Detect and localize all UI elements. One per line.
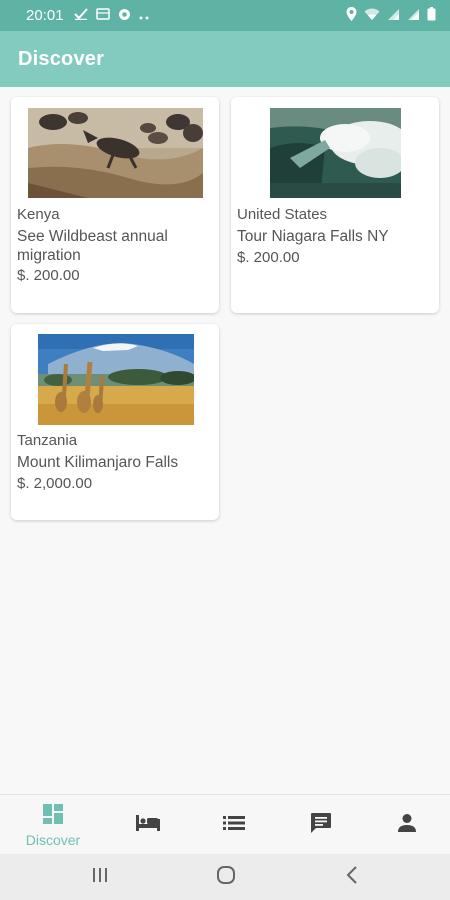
back-icon	[346, 865, 358, 889]
place-card[interactable]: Tanzania Mount Kilimanjaro Falls $. 2,00…	[11, 324, 219, 520]
places-grid: Kenya See Wildbeast annual migration $. …	[0, 87, 450, 794]
status-time: 20:01	[26, 7, 64, 24]
app-bar: Discover	[0, 31, 450, 87]
signal-icon-2	[407, 8, 420, 24]
nav-item-profile[interactable]	[362, 795, 450, 855]
place-country: Tanzania	[17, 432, 78, 449]
list-icon	[223, 815, 245, 836]
chrome-icon	[118, 8, 131, 24]
recents-icon	[91, 867, 109, 888]
place-price: $. 200.00	[237, 249, 300, 266]
gallery-icon	[95, 8, 110, 23]
nav-item-discover[interactable]: Discover	[8, 795, 98, 855]
place-price: $. 2,000.00	[17, 475, 93, 492]
nav-item-list[interactable]	[189, 795, 279, 855]
home-icon	[216, 865, 236, 890]
page-title: Discover	[18, 47, 105, 70]
wildebeest-migration-photo	[28, 108, 203, 198]
place-card[interactable]: Kenya See Wildbeast annual migration $. …	[11, 97, 219, 313]
nav-label-discover: Discover	[25, 831, 81, 848]
download-done-icon	[73, 8, 88, 23]
place-country: Kenya	[17, 206, 60, 223]
battery-icon	[427, 7, 436, 24]
person-icon	[397, 813, 417, 838]
location-icon	[346, 7, 357, 24]
nav-item-bookings[interactable]	[103, 795, 193, 855]
bottom-nav: Discover	[0, 794, 450, 854]
place-card[interactable]: United States Tour Niagara Falls NY $. 2…	[231, 97, 439, 313]
status-bar: 20:01	[0, 0, 450, 31]
home-button[interactable]	[196, 854, 256, 900]
kilimanjaro-giraffes-photo	[38, 334, 194, 425]
place-country: United States	[237, 206, 328, 223]
place-name: Mount Kilimanjaro Falls	[17, 454, 179, 471]
wifi-icon	[364, 8, 380, 24]
more-dots-icon	[139, 9, 151, 23]
system-nav-bar	[0, 854, 450, 900]
chat-icon	[310, 812, 332, 839]
place-name: See Wildbeast annual migration	[17, 228, 168, 264]
nav-item-messages[interactable]	[276, 795, 366, 855]
back-button[interactable]	[322, 854, 382, 900]
place-price: $. 200.00	[17, 267, 80, 284]
dashboard-icon	[42, 803, 64, 830]
recents-button[interactable]	[70, 854, 130, 900]
signal-icon	[387, 8, 400, 24]
place-name: Tour Niagara Falls NY	[237, 228, 389, 245]
bed-icon	[135, 814, 161, 837]
niagara-falls-photo	[270, 108, 401, 198]
